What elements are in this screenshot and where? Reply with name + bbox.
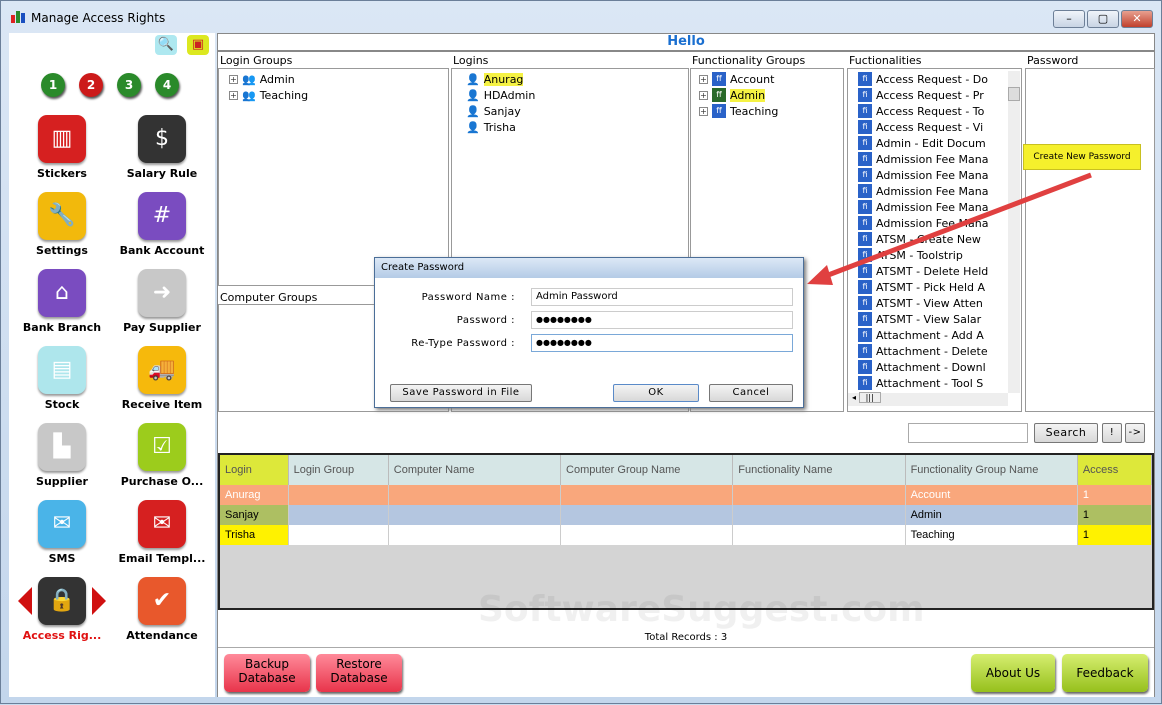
- retype-password-input[interactable]: ●●●●●●●●: [531, 334, 793, 352]
- dialog-title: Create Password: [375, 258, 803, 278]
- password-label: Password :: [456, 315, 515, 326]
- retype-password-label: Re-Type Password :: [411, 338, 515, 349]
- password-name-label: Password Name :: [421, 292, 515, 303]
- app-window: Manage Access Rights – ▢ ✕ 🔍 ▣ 1 2 3 4 ▥ St…: [0, 0, 1162, 704]
- cancel-button[interactable]: Cancel: [709, 384, 793, 402]
- ok-button[interactable]: OK: [613, 384, 699, 402]
- save-password-in-file-button[interactable]: Save Password in File: [390, 384, 532, 402]
- password-name-input[interactable]: Admin Password: [531, 288, 793, 306]
- create-password-dialog: Create Password Password Name : Admin Pas…: [374, 257, 804, 408]
- password-input[interactable]: ●●●●●●●●: [531, 311, 793, 329]
